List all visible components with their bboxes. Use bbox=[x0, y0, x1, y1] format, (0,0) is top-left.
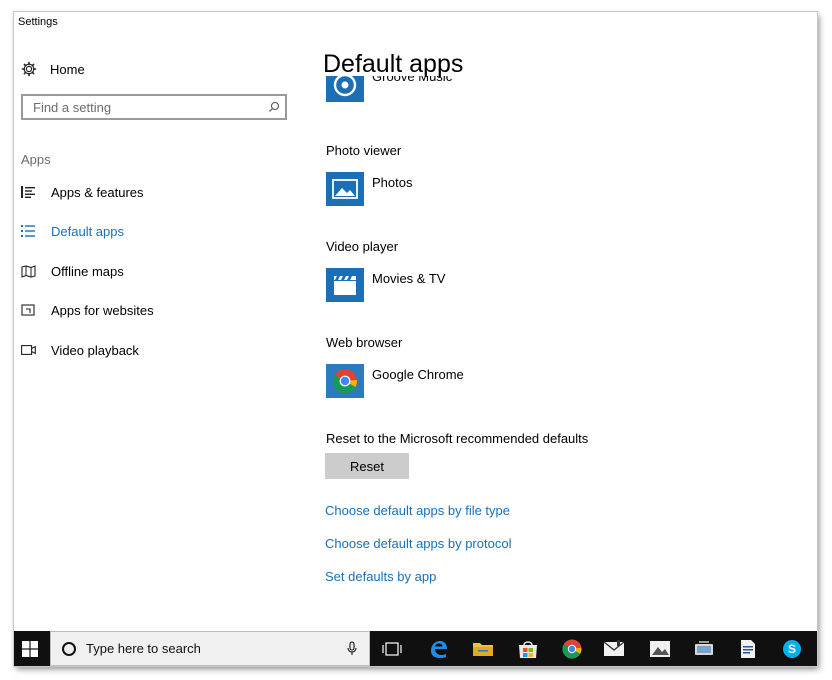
movies-tv-icon bbox=[326, 268, 364, 302]
photo-app-name: Photos bbox=[372, 175, 413, 190]
choose-by-file-type-link[interactable]: Choose default apps by file type bbox=[325, 503, 510, 518]
photo-viewer-label: Photo viewer bbox=[326, 143, 402, 158]
music-player-clip: Groove Music bbox=[326, 76, 806, 112]
store-icon[interactable] bbox=[508, 631, 548, 666]
choose-by-protocol-link[interactable]: Choose default apps by protocol bbox=[325, 536, 511, 551]
taskbar-search-box[interactable]: Type here to search bbox=[50, 631, 370, 666]
reset-button[interactable]: Reset bbox=[325, 453, 409, 479]
reset-label: Reset to the Microsoft recommended defau… bbox=[326, 431, 589, 446]
photo-viewer-app-row[interactable]: Photos bbox=[326, 172, 412, 206]
search-input[interactable] bbox=[23, 99, 263, 115]
video-app-name: Movies & TV bbox=[372, 271, 446, 286]
task-view-icon[interactable] bbox=[372, 631, 412, 666]
groove-music-icon bbox=[326, 76, 364, 102]
network-icon[interactable] bbox=[684, 631, 724, 666]
home-link[interactable]: Home bbox=[20, 58, 85, 80]
photos-icon bbox=[326, 172, 364, 206]
photos-icon[interactable] bbox=[640, 631, 680, 666]
chrome-icon[interactable] bbox=[552, 631, 592, 666]
chrome-icon bbox=[326, 364, 364, 398]
mail-icon[interactable] bbox=[594, 631, 634, 666]
edge-icon[interactable] bbox=[418, 631, 458, 666]
section-heading-apps: Apps bbox=[21, 152, 51, 167]
skype-icon[interactable]: S bbox=[772, 631, 812, 666]
sidebar-item-apps-features[interactable]: Apps & features bbox=[21, 181, 301, 203]
sidebar-item-label: Apps for websites bbox=[51, 302, 154, 318]
svg-text:S: S bbox=[788, 642, 796, 656]
settings-search[interactable] bbox=[21, 94, 287, 120]
sidebar-item-label: Apps & features bbox=[51, 184, 144, 200]
browser-app-name: Google Chrome bbox=[372, 367, 464, 382]
web-browser-app-row[interactable]: Google Chrome bbox=[326, 364, 464, 398]
home-label: Home bbox=[50, 61, 85, 77]
sidebar-item-apps-for-websites[interactable]: Apps for websites bbox=[21, 299, 301, 321]
sidebar-item-default-apps[interactable]: Default apps bbox=[21, 220, 301, 242]
microphone-icon[interactable] bbox=[341, 640, 363, 657]
video-icon bbox=[21, 342, 39, 358]
music-app-name: Groove Music bbox=[372, 76, 453, 84]
sidebar-item-label: Video playback bbox=[51, 342, 139, 358]
web-browser-label: Web browser bbox=[326, 335, 403, 350]
map-icon bbox=[21, 263, 39, 279]
set-defaults-by-app-link[interactable]: Set defaults by app bbox=[325, 569, 436, 584]
website-icon bbox=[21, 302, 39, 318]
taskbar: Type here to search S bbox=[14, 631, 817, 666]
sidebar-item-video-playback[interactable]: Video playback bbox=[21, 339, 301, 361]
taskbar-search-placeholder: Type here to search bbox=[86, 641, 201, 656]
document-icon[interactable] bbox=[728, 631, 768, 666]
window-title: Settings bbox=[14, 12, 817, 38]
sidebar-item-label: Default apps bbox=[51, 223, 124, 239]
sidebar-item-offline-maps[interactable]: Offline maps bbox=[21, 260, 301, 282]
sidebar-item-label: Offline maps bbox=[51, 263, 124, 279]
default-apps-icon bbox=[21, 223, 39, 239]
video-player-app-row[interactable]: Movies & TV bbox=[326, 268, 445, 302]
cortana-icon bbox=[62, 641, 76, 656]
page-title: Default apps bbox=[323, 50, 464, 78]
settings-window: Settings Home Apps Apps & features Defau… bbox=[14, 12, 817, 666]
file-explorer-icon[interactable] bbox=[463, 631, 503, 666]
gear-icon bbox=[20, 60, 38, 78]
list-icon bbox=[21, 184, 39, 200]
search-icon[interactable] bbox=[263, 96, 285, 118]
music-player-app-row[interactable]: Groove Music bbox=[326, 76, 452, 102]
windows-start-icon[interactable] bbox=[14, 631, 46, 666]
video-player-label: Video player bbox=[326, 239, 399, 254]
